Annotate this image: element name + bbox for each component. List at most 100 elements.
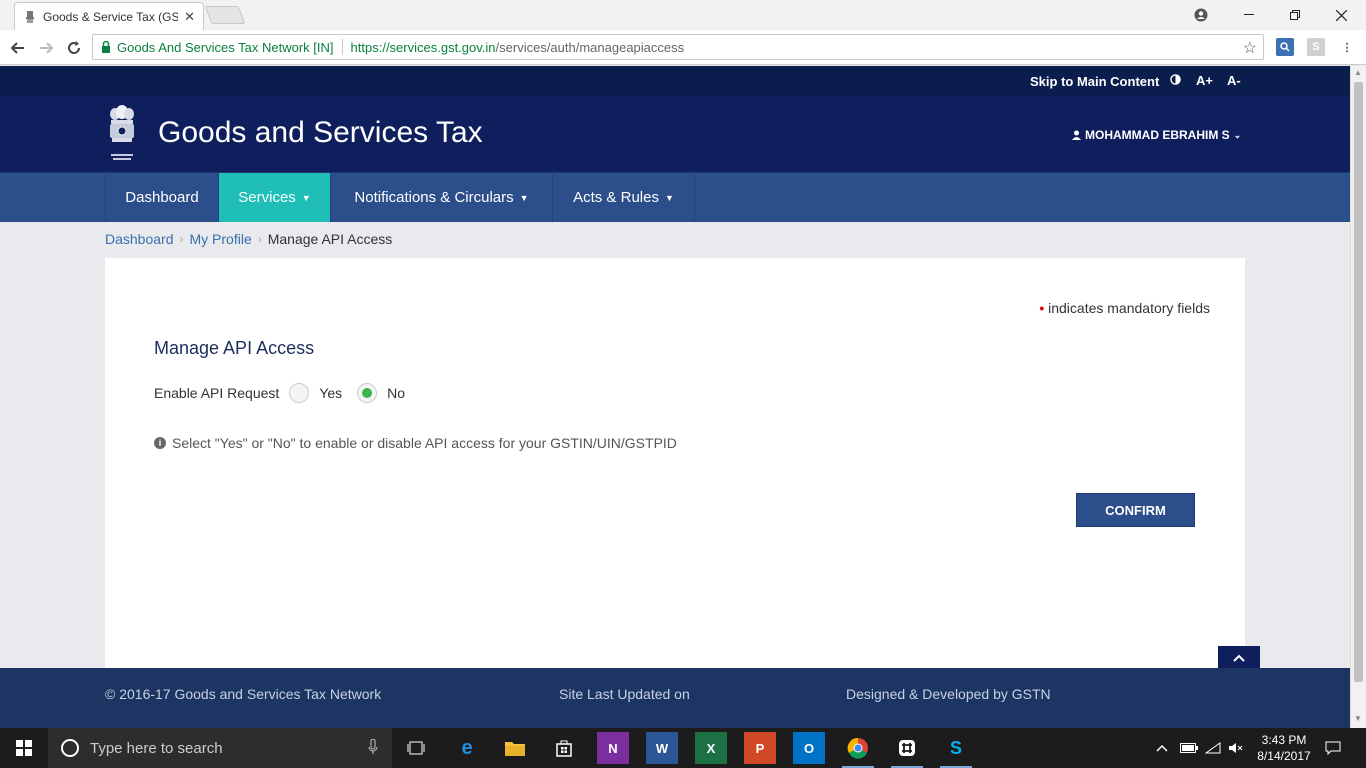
browser-tab[interactable]: Goods & Service Tax (GS ✕ (14, 2, 204, 30)
contrast-toggle-icon[interactable] (1170, 73, 1181, 88)
radio-yes[interactable] (289, 383, 310, 403)
clock-time: 3:43 PM (1261, 733, 1307, 747)
site-header: Goods and Services Tax MOHAMMAD EBRAHIM … (0, 96, 1350, 172)
form-title: Manage API Access (154, 338, 315, 358)
user-name: MOHAMMAD EBRAHIM S (1085, 128, 1230, 142)
nav-services[interactable]: Services ▼ (219, 173, 331, 222)
breadcrumb-dashboard[interactable]: Dashboard (105, 231, 174, 247)
nav-acts-rules[interactable]: Acts & Rules ▼ (553, 173, 695, 222)
caret-down-icon: ▼ (664, 192, 674, 203)
action-center-icon[interactable] (1325, 728, 1341, 768)
url-path: /services/auth/manageapiaccess (495, 39, 685, 55)
edge-browser-icon[interactable]: e (451, 732, 483, 764)
enable-api-label: Enable API Request (154, 385, 280, 401)
nav-item-label: Dashboard (125, 189, 199, 206)
radio-no-label[interactable]: No (387, 385, 405, 401)
lock-icon (102, 41, 110, 53)
breadcrumb: Dashboard › My Profile › Manage API Acce… (105, 231, 392, 247)
battery-icon[interactable] (1180, 728, 1198, 768)
minimize-icon[interactable] (1226, 0, 1272, 30)
windows-taskbar: Type here to search e N W X P O S 3:43 P… (0, 728, 1366, 768)
secure-label: Goods And Services Tax Network [IN] (117, 39, 334, 55)
browser-tabstrip: Goods & Service Tax (GS ✕ (0, 0, 1366, 30)
breadcrumb-separator-icon: › (179, 232, 184, 246)
mandatory-note: • indicates mandatory fields (1039, 300, 1210, 316)
secure-indicator[interactable]: Goods And Services Tax Network [IN] (101, 40, 334, 55)
address-separator (341, 39, 343, 55)
forward-icon[interactable] (34, 36, 58, 60)
onenote-icon[interactable]: N (597, 732, 629, 764)
clock-date: 8/14/2017 (1257, 749, 1311, 763)
volume-muted-icon[interactable] (1228, 728, 1244, 768)
powerpoint-icon[interactable]: P (744, 732, 776, 764)
required-marker: • (1039, 300, 1045, 316)
microphone-icon[interactable] (368, 738, 378, 758)
reload-icon[interactable] (62, 36, 86, 60)
scrollbar-thumb[interactable] (1354, 82, 1363, 682)
page-scrollbar[interactable]: ▲ ▼ (1350, 66, 1366, 728)
nav-dashboard[interactable]: Dashboard (105, 173, 219, 222)
word-icon[interactable]: W (646, 732, 678, 764)
user-menu[interactable]: MOHAMMAD EBRAHIM S ⌄ (1072, 128, 1241, 142)
chrome-menu-icon[interactable]: ⋮ (1338, 38, 1356, 56)
show-hidden-icons-icon[interactable] (1156, 728, 1168, 768)
profile-icon[interactable] (1178, 0, 1224, 30)
caret-down-icon: ▼ (301, 192, 311, 203)
close-tab-icon[interactable]: ✕ (184, 9, 195, 25)
restore-icon[interactable] (1272, 0, 1318, 30)
radio-yes-label[interactable]: Yes (319, 385, 342, 401)
info-text: Select "Yes" or "No" to enable or disabl… (172, 435, 677, 451)
breadcrumb-current: Manage API Access (267, 231, 393, 247)
radio-selected-dot (362, 388, 373, 398)
scroll-down-icon[interactable]: ▼ (1354, 714, 1362, 723)
extension-search-icon[interactable] (1276, 38, 1294, 56)
scroll-up-icon[interactable]: ▲ (1354, 68, 1362, 77)
footer-last-updated: Site Last Updated on (559, 686, 690, 702)
taskbar-search[interactable]: Type here to search (48, 728, 392, 768)
utility-bar: Skip to Main Content A+ A- (0, 66, 1350, 96)
chevron-up-icon (1233, 654, 1245, 662)
task-view-icon[interactable] (400, 732, 432, 764)
caret-down-icon: ▼ (519, 192, 529, 203)
new-tab-button[interactable] (204, 6, 246, 24)
taskbar-search-placeholder: Type here to search (90, 739, 223, 757)
enable-api-field: Enable API Request Yes No (154, 383, 405, 403)
national-emblem-logo[interactable] (104, 104, 140, 162)
extension-skype-icon[interactable]: S (1307, 38, 1325, 56)
excel-icon[interactable]: X (695, 732, 727, 764)
slack-icon[interactable] (891, 732, 923, 768)
taskbar-clock[interactable]: 3:43 PM 8/14/2017 (1250, 732, 1318, 764)
nav-notifications[interactable]: Notifications & Circulars ▼ (331, 173, 553, 222)
bookmark-star-icon[interactable]: ☆ (1243, 38, 1257, 58)
info-message: i Select "Yes" or "No" to enable or disa… (154, 435, 677, 451)
scroll-to-top-button[interactable] (1218, 646, 1260, 670)
url-host: https://services.gst.gov.in (350, 39, 496, 55)
nav-item-label: Acts & Rules (573, 189, 659, 206)
outlook-icon[interactable]: O (793, 732, 825, 764)
chrome-icon[interactable] (842, 732, 874, 768)
back-icon[interactable] (6, 36, 30, 60)
breadcrumb-separator-icon: › (257, 232, 262, 246)
emblem-favicon-icon (23, 10, 37, 24)
wifi-icon[interactable] (1205, 728, 1221, 768)
info-icon: i (154, 437, 166, 449)
skip-to-content-link[interactable]: Skip to Main Content (1030, 74, 1159, 89)
decrease-font-button[interactable]: A- (1227, 73, 1241, 88)
footer-designed-by: Designed & Developed by GSTN (846, 686, 1051, 702)
skype-icon[interactable]: S (940, 732, 972, 768)
windows-start-icon[interactable] (0, 728, 48, 768)
main-nav: Dashboard Services ▼ Notifications & Cir… (0, 172, 1350, 222)
address-bar[interactable]: Goods And Services Tax Network [IN] http… (92, 34, 1264, 60)
user-icon (1072, 130, 1081, 140)
file-explorer-icon[interactable] (499, 732, 531, 764)
manage-api-card: • indicates mandatory fields Manage API … (105, 258, 1245, 668)
confirm-button[interactable]: CONFIRM (1076, 493, 1195, 527)
site-footer: © 2016-17 Goods and Services Tax Network… (0, 668, 1350, 728)
store-icon[interactable] (548, 732, 580, 764)
radio-no[interactable] (357, 383, 378, 403)
site-title[interactable]: Goods and Services Tax (158, 116, 483, 150)
cortana-icon (61, 739, 79, 757)
breadcrumb-my-profile[interactable]: My Profile (190, 231, 252, 247)
close-window-icon[interactable] (1318, 0, 1364, 30)
increase-font-button[interactable]: A+ (1196, 73, 1213, 88)
